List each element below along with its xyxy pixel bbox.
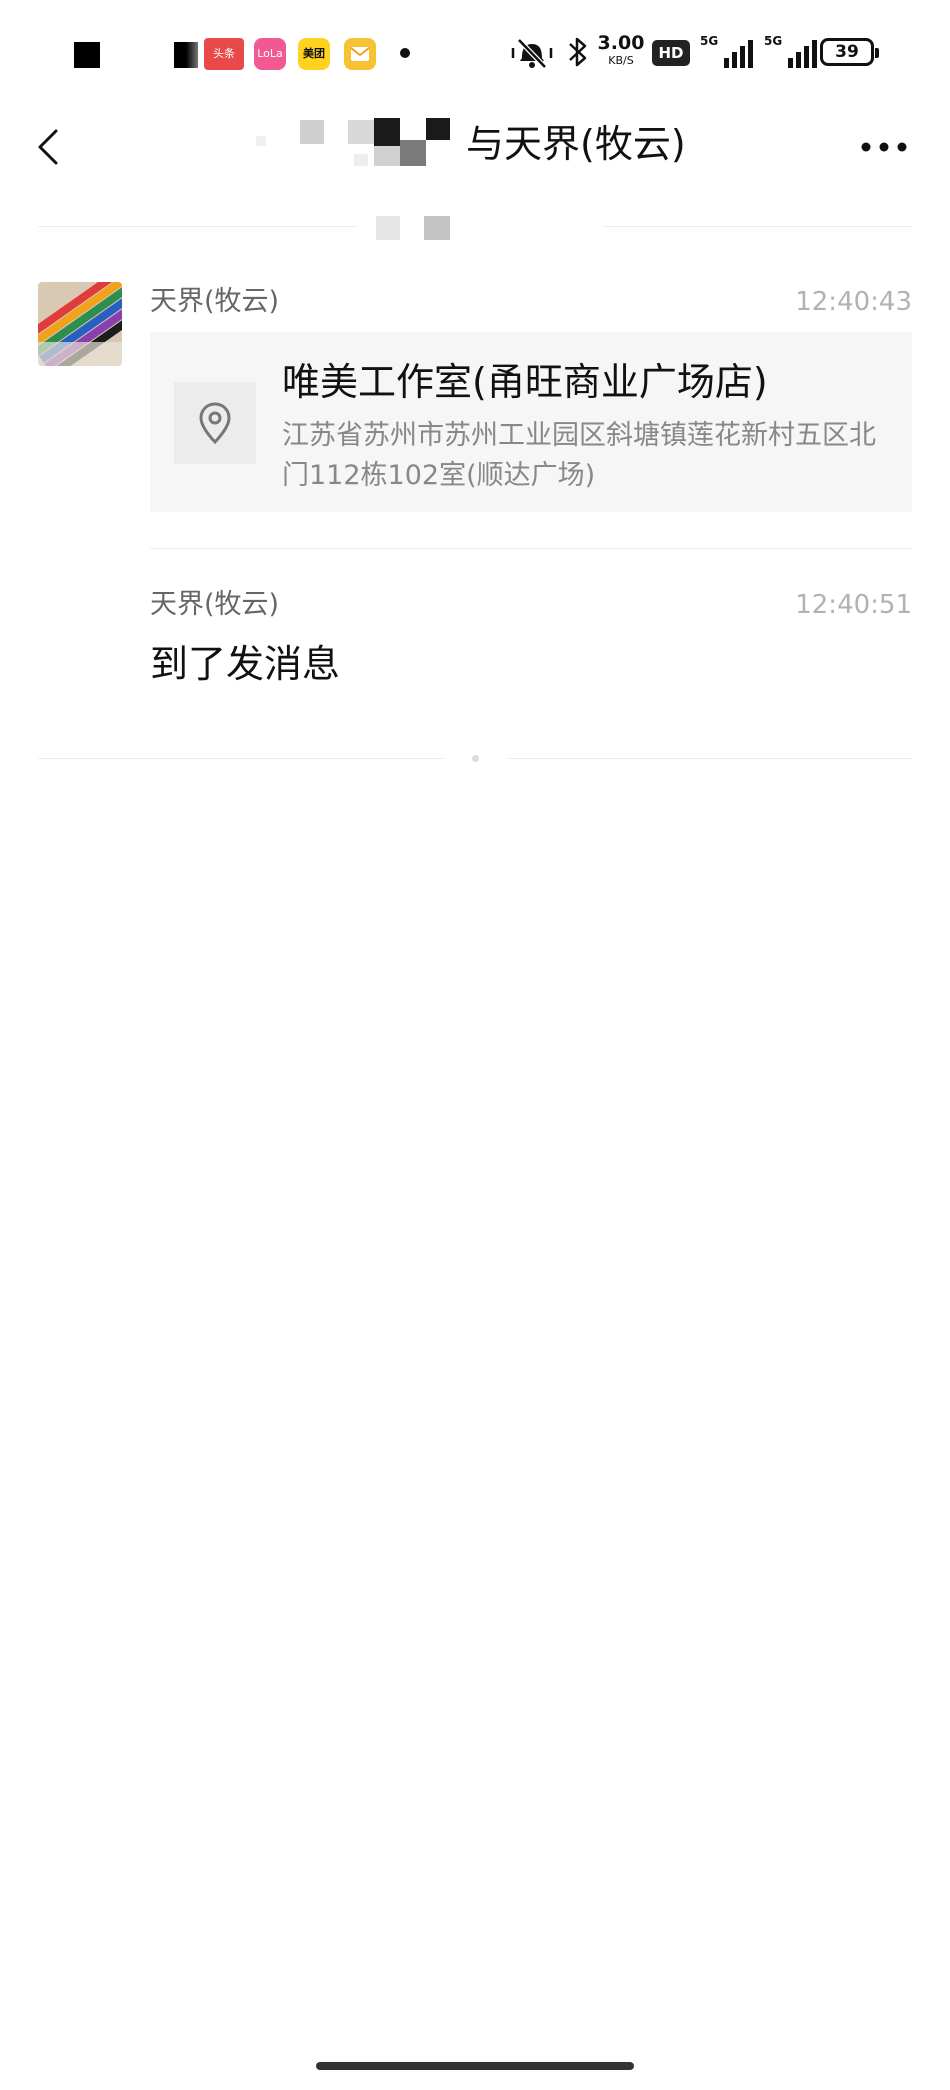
hd-voice-badge: HD [652, 40, 690, 66]
notification-icon [174, 42, 198, 68]
lola-app-icon: LoLa [254, 38, 286, 70]
end-divider-left [38, 758, 444, 759]
sender-name: 天界(牧云) [150, 589, 280, 620]
date-divider-right [602, 226, 912, 227]
meituan-app-icon: 美团 [298, 38, 330, 70]
battery-icon: 39 [820, 38, 879, 66]
date-divider-left [38, 226, 358, 227]
home-indicator[interactable] [316, 2062, 634, 2070]
back-button[interactable] [30, 115, 90, 175]
status-bar: 头条 LoLa 美团 3.00 KB/S HD 5G 5G 39 [0, 0, 950, 110]
location-address: 江苏省苏州市苏州工业园区斜塘镇莲花新村五区北门112栋102室(顺达广场) [282, 420, 876, 491]
location-name: 唯美工作室(甬旺商业广场店) [282, 360, 768, 404]
toutiao-app-icon: 头条 [204, 38, 244, 70]
more-notifications-dot [400, 48, 410, 58]
more-horizontal-icon [861, 142, 907, 152]
avatar-image [38, 282, 122, 366]
avatar[interactable] [38, 282, 122, 366]
notification-icon [74, 42, 100, 68]
signal-strength-icon: 5G [764, 34, 820, 70]
message-text[interactable]: 到了发消息 [150, 636, 340, 692]
location-thumbnail [174, 382, 256, 464]
map-pin-icon [199, 402, 231, 445]
mail-app-icon [344, 38, 376, 70]
end-divider-dot [472, 755, 479, 762]
message-divider [150, 548, 912, 549]
chevron-left-icon [38, 129, 58, 165]
more-options-button[interactable] [858, 115, 914, 175]
chat-title: 与天界(牧云) [466, 122, 686, 166]
end-divider-right [508, 758, 912, 759]
message-time: 12:40:43 [795, 287, 912, 317]
location-card[interactable]: 唯美工作室(甬旺商业广场店) 江苏省苏州市苏州工业园区斜塘镇莲花新村五区北门11… [150, 332, 912, 512]
signal-strength-icon: 5G [700, 34, 756, 70]
mute-vibrate-icon [510, 34, 554, 70]
sender-name: 天界(牧云) [150, 286, 280, 317]
chat-header: 与天界(牧云) [0, 110, 950, 210]
message-time: 12:40:51 [795, 590, 912, 620]
bluetooth-icon [566, 34, 590, 70]
network-speed: 3.00 KB/S [597, 32, 645, 67]
